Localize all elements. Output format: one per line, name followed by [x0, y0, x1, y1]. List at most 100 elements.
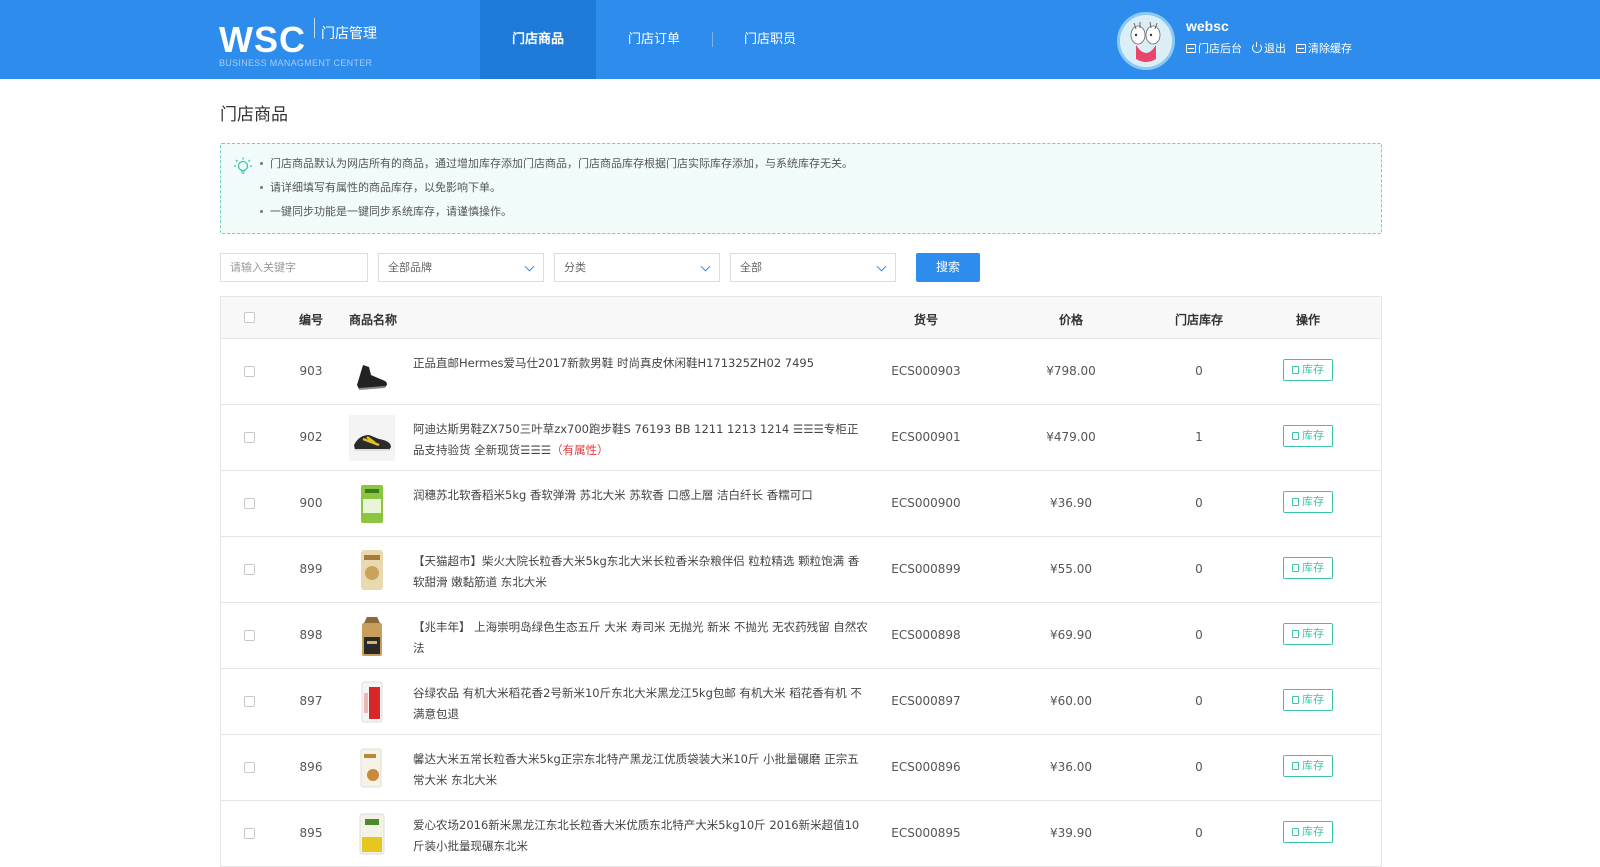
- nav-store-staff[interactable]: 门店职员: [712, 0, 828, 79]
- row-sku: ECS000900: [891, 496, 961, 510]
- row-stock: 0: [1195, 628, 1203, 642]
- table-row: 895 爱心农场2016新米黑龙江东北长粒香大米优质东北特产大米5kg10斤 2…: [221, 801, 1381, 867]
- row-operation: 库存: [1273, 491, 1343, 513]
- product-title[interactable]: 谷绿农品 有机大米稻花香2号新米10斤东北大米黑龙江5kg包邮 有机大米 稻花香…: [413, 683, 868, 725]
- stock-button[interactable]: 库存: [1283, 755, 1333, 777]
- clear-cache-link[interactable]: 清除缓存: [1296, 40, 1352, 56]
- product-thumbnail[interactable]: [349, 613, 395, 659]
- search-button[interactable]: 搜索: [916, 253, 980, 282]
- keyword-input[interactable]: 请输入关键字: [220, 253, 368, 282]
- row-checkbox[interactable]: [244, 366, 255, 380]
- user-links: 门店后台 退出 清除缓存: [1186, 40, 1352, 56]
- row-checkbox[interactable]: [244, 762, 255, 776]
- lightbulb-icon: [234, 157, 252, 174]
- row-stock: 0: [1195, 364, 1203, 378]
- row-checkbox[interactable]: [244, 696, 255, 710]
- stock-button[interactable]: 库存: [1283, 425, 1333, 447]
- product-title[interactable]: 正品直邮Hermes爱马仕2017新款男鞋 时尚真皮休闲鞋H171325ZH02…: [413, 353, 868, 374]
- row-checkbox[interactable]: [244, 630, 255, 644]
- table-row: 899 【天猫超市】柴火大院长粒香大米5kg东北大米长粒香米杂粮伴侣 粒粒精选 …: [221, 537, 1381, 603]
- avatar[interactable]: [1117, 12, 1175, 70]
- row-operation: 库存: [1273, 557, 1343, 579]
- product-title-text: 【兆丰年】 上海崇明岛绿色生态五斤 大米 寿司米 无抛光 新米 不抛光 无农药残…: [413, 620, 868, 655]
- store-admin-label: 门店后台: [1198, 42, 1242, 55]
- row-price: ¥798.00: [1046, 364, 1096, 378]
- row-operation: 库存: [1273, 623, 1343, 645]
- user-name: websc: [1186, 18, 1229, 34]
- shoe-sport-icon: [349, 415, 395, 461]
- stock-button[interactable]: 库存: [1283, 359, 1333, 381]
- edit-icon: [1292, 630, 1299, 638]
- row-price: ¥36.90: [1050, 496, 1092, 510]
- logout-link[interactable]: 退出: [1252, 40, 1286, 56]
- row-operation: 库存: [1273, 689, 1343, 711]
- product-title[interactable]: 【天猫超市】柴火大院长粒香大米5kg东北大米长粒香米杂粮伴侣 粒粒精选 颗粒饱满…: [413, 551, 868, 593]
- table-header: 编号 商品名称 货号 价格 门店库存 操作: [221, 297, 1381, 339]
- row-sku: ECS000895: [891, 826, 961, 840]
- store-admin-link[interactable]: 门店后台: [1186, 40, 1242, 56]
- stock-button[interactable]: 库存: [1283, 623, 1333, 645]
- header-sku: 货号: [913, 313, 938, 327]
- product-thumbnail[interactable]: [349, 745, 395, 791]
- category-select-value: 分类: [564, 261, 586, 274]
- main-nav: 门店商品 门店订单 门店职员: [480, 0, 828, 79]
- row-sku: ECS000898: [891, 628, 961, 642]
- row-operation: 库存: [1273, 359, 1343, 381]
- product-title[interactable]: 润穗苏北软香稻米5kg 香软弹滑 苏北大米 苏软香 口感上層 洁白纤长 香糯可口: [413, 485, 868, 506]
- edit-icon: [1292, 498, 1299, 506]
- nav-store-goods[interactable]: 门店商品: [480, 0, 596, 79]
- rice-white-icon: [360, 748, 382, 788]
- product-thumbnail[interactable]: [349, 679, 395, 725]
- table-row: 903 正品直邮Hermes爱马仕2017新款男鞋 时尚真皮休闲鞋H171325…: [221, 339, 1381, 405]
- row-checkbox[interactable]: [244, 564, 255, 578]
- status-select[interactable]: 全部: [730, 253, 896, 282]
- tip-item: 一键同步功能是一键同步系统库存，请谨慎操作。: [259, 203, 853, 227]
- product-thumbnail[interactable]: [349, 349, 395, 395]
- category-select[interactable]: 分类: [554, 253, 720, 282]
- product-thumbnail[interactable]: [349, 811, 395, 857]
- table-row: 902 阿迪达斯男鞋ZX750三叶草zx700跑步鞋S 76193 BB 121…: [221, 405, 1381, 471]
- product-title-text: 馨达大米五常长粒香大米5kg正宗东北特产黑龙江优质袋装大米10斤 小批量碾磨 正…: [413, 752, 859, 787]
- row-sku: ECS000897: [891, 694, 961, 708]
- row-stock: 0: [1195, 760, 1203, 774]
- product-thumbnail[interactable]: [349, 415, 395, 461]
- status-select-value: 全部: [740, 261, 762, 274]
- logo-subtitle: 门店管理: [321, 26, 377, 42]
- stock-button[interactable]: 库存: [1283, 689, 1333, 711]
- row-price: ¥69.90: [1050, 628, 1092, 642]
- header-operation: 操作: [1295, 313, 1320, 327]
- checkbox-box: [244, 432, 255, 443]
- product-title-text: 阿迪达斯男鞋ZX750三叶草zx700跑步鞋S 76193 BB 1211 12…: [413, 422, 859, 457]
- product-title-text: 正品直邮Hermes爱马仕2017新款男鞋 时尚真皮休闲鞋H171325ZH02…: [413, 356, 815, 370]
- row-stock: 0: [1195, 496, 1203, 510]
- product-title[interactable]: 阿迪达斯男鞋ZX750三叶草zx700跑步鞋S 76193 BB 1211 12…: [413, 419, 868, 461]
- row-checkbox[interactable]: [244, 498, 255, 512]
- row-stock: 0: [1195, 562, 1203, 576]
- logo[interactable]: WSC 门店管理 BUSINESS MANAGMENT CENTER: [219, 18, 377, 68]
- stock-button[interactable]: 库存: [1283, 557, 1333, 579]
- rice-yellow-icon: [359, 813, 385, 855]
- stock-button-label: 库存: [1302, 627, 1324, 640]
- row-id: 895: [299, 826, 323, 840]
- brand-select-value: 全部品牌: [388, 261, 432, 274]
- clear-cache-label: 清除缓存: [1308, 42, 1352, 55]
- stock-button[interactable]: 库存: [1283, 491, 1333, 513]
- product-thumbnail[interactable]: [349, 481, 395, 527]
- row-price: ¥60.00: [1050, 694, 1092, 708]
- power-icon: [1252, 42, 1262, 53]
- product-thumbnail[interactable]: [349, 547, 395, 593]
- product-title[interactable]: 【兆丰年】 上海崇明岛绿色生态五斤 大米 寿司米 无抛光 新米 不抛光 无农药残…: [413, 617, 868, 659]
- checkbox-box: [244, 366, 255, 377]
- brand-select[interactable]: 全部品牌: [378, 253, 544, 282]
- product-title[interactable]: 馨达大米五常长粒香大米5kg正宗东北特产黑龙江优质袋装大米10斤 小批量碾磨 正…: [413, 749, 868, 791]
- row-checkbox[interactable]: [244, 828, 255, 842]
- row-checkbox[interactable]: [244, 432, 255, 446]
- select-all-checkbox[interactable]: [244, 312, 255, 326]
- stock-button[interactable]: 库存: [1283, 821, 1333, 843]
- rice-red-icon: [361, 681, 383, 723]
- row-price: ¥39.90: [1050, 826, 1092, 840]
- stock-button-label: 库存: [1302, 495, 1324, 508]
- product-title[interactable]: 爱心农场2016新米黑龙江东北长粒香大米优质东北特产大米5kg10斤 2016新…: [413, 815, 868, 857]
- nav-store-orders[interactable]: 门店订单: [596, 0, 712, 79]
- row-sku: ECS000903: [891, 364, 961, 378]
